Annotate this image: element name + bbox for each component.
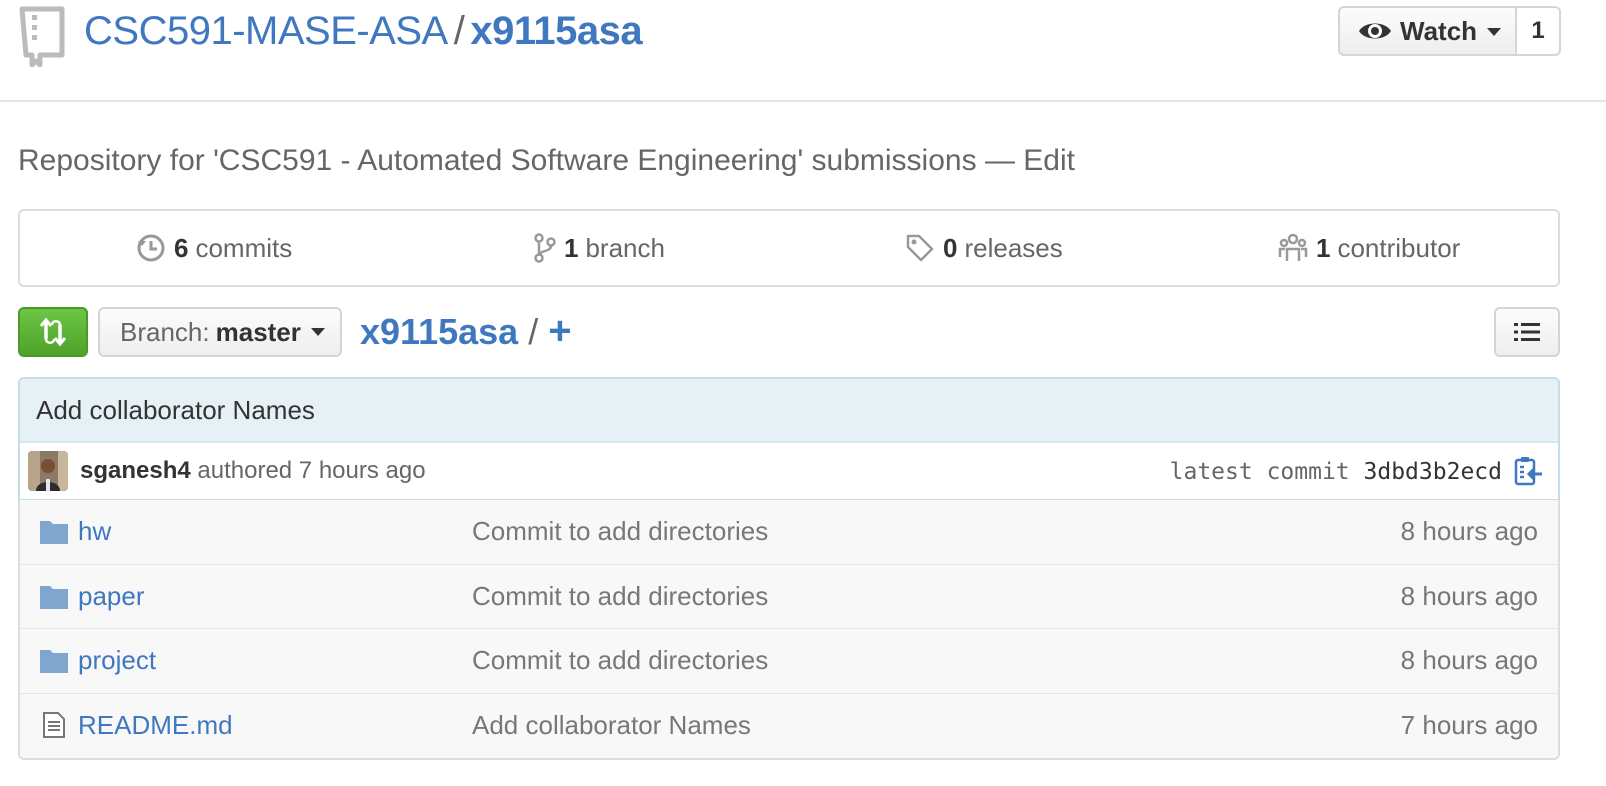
description-text: Repository for 'CSC591 - Automated Softw…	[18, 144, 977, 177]
compare-icon	[39, 317, 67, 347]
commit-sha-link[interactable]: 3dbd3b2ecd	[1364, 459, 1502, 485]
numbers-summary: 6 commits 1 branch 0 releases 1 contribu…	[18, 209, 1560, 287]
file-age: 7 hours ago	[1400, 709, 1538, 740]
chevron-down-icon	[310, 328, 325, 336]
contributors-summary[interactable]: 1 contributor	[1278, 211, 1460, 285]
commits-summary[interactable]: 6 commits	[136, 211, 292, 285]
commit-sha-block: latest commit 3dbd3b2ecd	[1170, 459, 1502, 485]
releases-count: 0	[943, 232, 958, 263]
avatar-image	[28, 451, 68, 491]
releases-summary[interactable]: 0 releases	[905, 211, 1063, 285]
author-link[interactable]: sganesh4	[80, 457, 191, 484]
branch-name: master	[215, 316, 301, 347]
breadcrumb-separator: /	[528, 311, 539, 352]
tag-icon	[906, 234, 934, 262]
folder-icon	[40, 585, 68, 609]
avatar[interactable]	[28, 451, 68, 491]
file-commit-message[interactable]: Commit to add directories	[472, 516, 768, 547]
watch-button[interactable]: Watch	[1338, 6, 1517, 56]
breadcrumb-root-link[interactable]: x9115asa	[360, 311, 518, 352]
watch-label: Watch	[1400, 15, 1478, 46]
latest-commit-box: Add collaborator Names sganesh4 authored…	[18, 377, 1560, 501]
repo-description: Repository for 'CSC591 - Automated Softw…	[18, 140, 1075, 182]
file-name-link[interactable]: paper	[78, 581, 145, 612]
branch-count: 1	[564, 232, 579, 263]
repo-name-link[interactable]: x9115asa	[470, 9, 642, 53]
authored-time: authored 7 hours ago	[197, 457, 426, 484]
clipboard-icon[interactable]	[1514, 455, 1544, 487]
commit-meta: sganesh4 authored 7 hours ago latest com…	[20, 443, 1558, 499]
edit-description-link[interactable]: Edit	[1023, 144, 1075, 177]
history-icon	[137, 234, 165, 262]
repo-icon	[19, 6, 65, 67]
file-table: hw Commit to add directories 8 hours ago…	[18, 500, 1560, 760]
compare-button[interactable]	[18, 307, 88, 357]
file-age: 8 hours ago	[1400, 645, 1538, 675]
file-age: 8 hours ago	[1400, 516, 1538, 546]
branch-prefix: Branch:	[120, 316, 210, 347]
file-name-link[interactable]: project	[78, 645, 156, 676]
file-text-icon	[43, 711, 65, 738]
watch-count[interactable]: 1	[1517, 6, 1561, 56]
file-commit-message[interactable]: Commit to add directories	[472, 645, 768, 676]
chevron-down-icon	[1487, 28, 1502, 36]
description-dash: —	[984, 144, 1015, 177]
table-row: hw Commit to add directories 8 hours ago	[20, 500, 1558, 565]
commits-label: commits	[195, 232, 293, 263]
breadcrumb: x9115asa / +	[360, 308, 572, 355]
branch-icon	[534, 233, 556, 263]
list-view-button[interactable]	[1494, 307, 1560, 357]
title-separator: /	[453, 9, 465, 53]
releases-label: releases	[964, 232, 1063, 263]
branch-select-button[interactable]: Branch: master	[98, 307, 342, 357]
folder-icon	[40, 650, 68, 673]
table-row: paper Commit to add directories 8 hours …	[20, 565, 1558, 629]
table-row: README.md Add collaborator Names 7 hours…	[20, 694, 1558, 759]
commits-count: 6	[174, 232, 189, 263]
folder-icon	[40, 521, 68, 544]
contributors-count: 1	[1316, 232, 1331, 263]
commit-message[interactable]: Add collaborator Names	[20, 379, 1558, 443]
file-name-link[interactable]: README.md	[78, 710, 233, 741]
latest-commit-label: latest commit	[1169, 459, 1350, 485]
repo-header: CSC591-MASE-ASA / x9115asa Watch 1	[0, 0, 1606, 102]
branch-label: branch	[585, 232, 665, 263]
branches-summary[interactable]: 1 branch	[534, 211, 665, 285]
file-commit-message[interactable]: Add collaborator Names	[472, 710, 751, 741]
file-commit-message[interactable]: Commit to add directories	[472, 581, 768, 612]
eye-icon	[1359, 23, 1391, 39]
repo-title: CSC591-MASE-ASA / x9115asa	[84, 6, 643, 56]
commit-author: sganesh4 authored 7 hours ago	[80, 457, 426, 485]
file-name-link[interactable]: hw	[78, 516, 111, 547]
owner-link[interactable]: CSC591-MASE-ASA	[84, 9, 448, 53]
organization-icon	[1278, 233, 1308, 261]
list-icon	[1514, 323, 1540, 341]
watch-group: Watch 1	[1338, 6, 1561, 56]
contributors-label: contributor	[1337, 232, 1461, 263]
table-row: project Commit to add directories 8 hour…	[20, 629, 1558, 694]
file-age: 8 hours ago	[1400, 580, 1538, 611]
new-file-button[interactable]: +	[548, 309, 571, 353]
